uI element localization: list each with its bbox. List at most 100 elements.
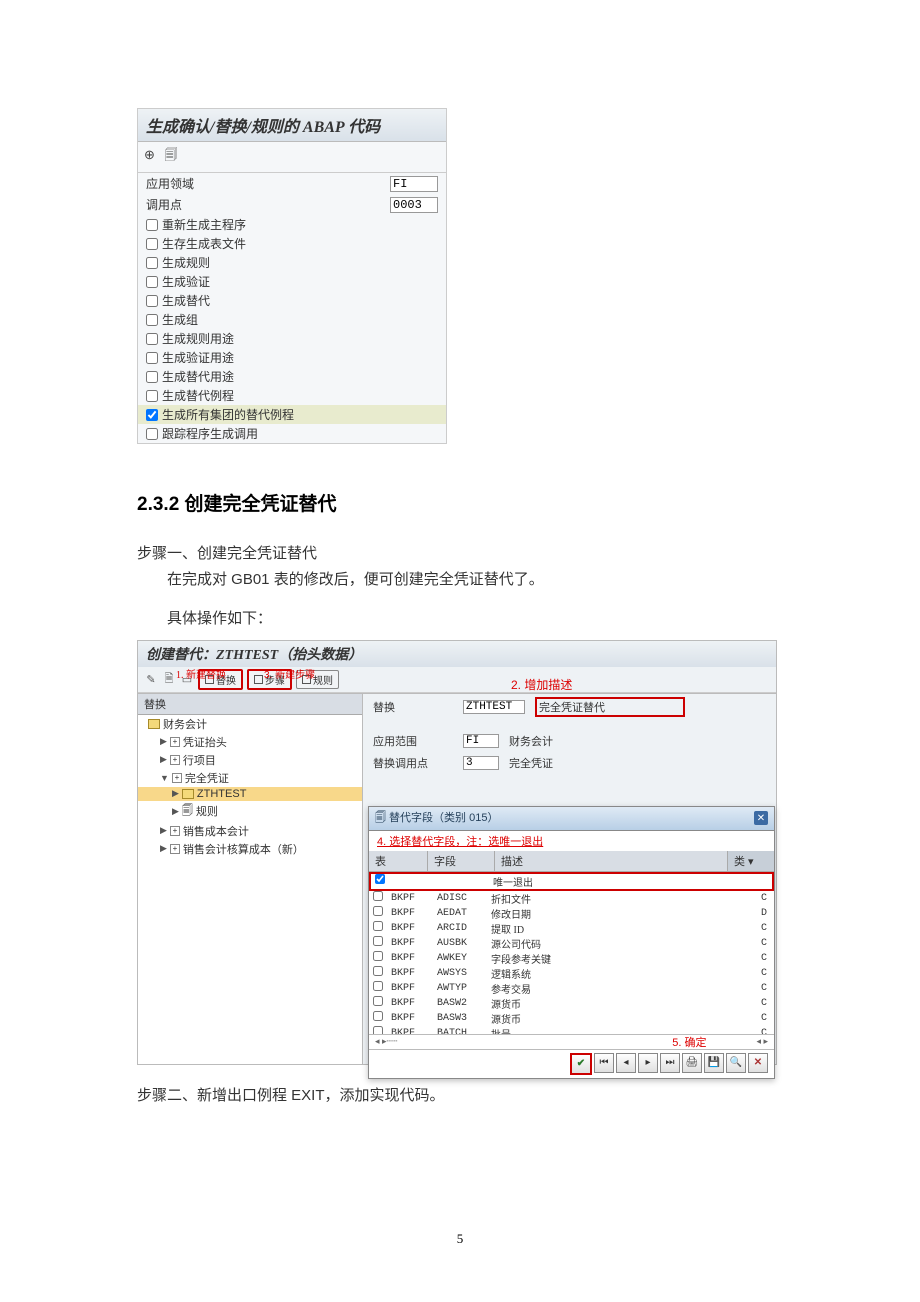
dialog-row[interactable]: BKPFBASW2源货币C	[369, 996, 774, 1011]
dialog-confirm-button[interactable]: ✔	[570, 1053, 592, 1075]
dialog-scroll[interactable]: ◂ ▸ ┄┄ 5. 确定 ◂ ▸	[369, 1034, 774, 1049]
r1-desc[interactable]: 完全凭证替代	[535, 697, 685, 717]
dialog-row[interactable]: BKPFAWSYS逻辑系统C	[369, 966, 774, 981]
row-check[interactable]	[373, 996, 383, 1006]
dialog-last-icon[interactable]: ⏭	[660, 1053, 680, 1073]
r3-code-input[interactable]	[463, 756, 499, 770]
tree-node-label: 规则	[196, 803, 218, 819]
row-type: C	[754, 923, 774, 934]
checkbox-label: 生成替代例程	[162, 387, 234, 404]
dialog-row[interactable]: BKPFAWKEY字段参考关键C	[369, 951, 774, 966]
checkbox[interactable]	[146, 238, 158, 250]
row-check[interactable]	[373, 891, 383, 901]
dialog-cancel-button[interactable]: ✕	[748, 1053, 768, 1073]
checkbox[interactable]	[146, 219, 158, 231]
row-field: AUSBK	[437, 938, 491, 949]
pencil-icon[interactable]: ✎	[144, 672, 158, 686]
app-area-label: 应用领域	[146, 175, 390, 192]
checkbox[interactable]	[146, 257, 158, 269]
copy-icon[interactable]: 🗎	[162, 672, 176, 686]
checkbox-row: 生成组	[138, 310, 446, 329]
annotation-5: 5. 确定	[672, 1034, 706, 1050]
tree-node-label: 凭证抬头	[183, 734, 227, 750]
tree-node[interactable]: ▶+销售会计核算成本（新）	[138, 840, 362, 858]
scroll-right-icon[interactable]: ◂ ▸	[756, 1036, 768, 1047]
dialog-row[interactable]: BKPFAUSBK源公司代码C	[369, 936, 774, 951]
checkbox[interactable]	[146, 333, 158, 345]
row-check[interactable]	[373, 936, 383, 946]
scroll-left-icon[interactable]: ◂ ▸	[375, 1036, 387, 1047]
checkbox[interactable]	[146, 371, 158, 383]
checkbox-row: 跟踪程序生成调用	[138, 424, 446, 443]
dialog-save-icon[interactable]: 💾	[704, 1053, 724, 1073]
annotation-4: 4. 选择替代字段，注：选唯一退出	[369, 831, 774, 851]
dialog-close-icon[interactable]: ✕	[754, 811, 768, 825]
dialog-print-icon[interactable]: 🖨	[682, 1053, 702, 1073]
checkbox[interactable]	[146, 314, 158, 326]
tree-node-label: 销售成本会计	[183, 823, 249, 839]
app-area-input[interactable]	[390, 176, 438, 192]
checkbox[interactable]	[146, 428, 158, 440]
first-row-check[interactable]	[375, 874, 385, 884]
dialog-row[interactable]: BKPFAWTYP参考交易C	[369, 981, 774, 996]
row-type: C	[754, 998, 774, 1009]
row-check[interactable]	[373, 1011, 383, 1021]
execute-icon[interactable]: ⊕	[144, 147, 155, 163]
row-check[interactable]	[373, 921, 383, 931]
expand-icon[interactable]: +	[170, 737, 180, 747]
expand-icon[interactable]: +	[172, 773, 182, 783]
row-table: BKPF	[387, 968, 437, 979]
checkbox-row: 生成验证	[138, 272, 446, 291]
panel-title: 生成确认/替换/规则的 ABAP 代码	[138, 109, 446, 142]
checkbox-row: 生成替代用途	[138, 367, 446, 386]
row-desc: 折扣文件	[491, 891, 754, 906]
r2-desc: 财务会计	[509, 733, 553, 749]
dialog-row[interactable]: BKPFAEDAT修改日期D	[369, 906, 774, 921]
r1-code-input[interactable]	[463, 700, 525, 714]
chevron-right-icon: ▶	[160, 843, 167, 854]
tree-node[interactable]: ▶+行项目	[138, 751, 362, 769]
call-point-input[interactable]	[390, 197, 438, 213]
dialog-row-first[interactable]: 唯一退出	[369, 872, 774, 891]
checkbox[interactable]	[146, 390, 158, 402]
checkbox[interactable]	[146, 276, 158, 288]
chevron-right-icon: ▶	[172, 806, 179, 817]
dialog-row[interactable]: BKPFBATCH批号C	[369, 1026, 774, 1034]
row-check[interactable]	[373, 981, 383, 991]
tree-node[interactable]: ▼+完全凭证	[138, 769, 362, 787]
dialog-prev-icon[interactable]: ◂	[616, 1053, 636, 1073]
row-desc: 逻辑系统	[491, 966, 754, 981]
row-check[interactable]	[373, 966, 383, 976]
row-check[interactable]	[373, 1026, 383, 1034]
dialog-first-icon[interactable]: ⏮	[594, 1053, 614, 1073]
row-type: C	[754, 953, 774, 964]
dialog-row[interactable]: BKPFADISC折扣文件C	[369, 891, 774, 906]
tree-node[interactable]: 财务会计	[138, 715, 362, 733]
expand-icon[interactable]: +	[170, 755, 180, 765]
checkbox[interactable]	[146, 295, 158, 307]
tree-node[interactable]: ▶+凭证抬头	[138, 733, 362, 751]
row-table: BKPF	[387, 923, 437, 934]
row-check[interactable]	[373, 951, 383, 961]
expand-icon[interactable]: +	[170, 826, 180, 836]
tree-node[interactable]: ▶+销售成本会计	[138, 822, 362, 840]
tree-node[interactable]: ▶🗐规则	[138, 801, 362, 822]
dialog-row[interactable]: BKPFARCID提取 IDC	[369, 921, 774, 936]
dialog-search-icon[interactable]: 🔍	[726, 1053, 746, 1073]
step2-text: 步骤二、新增出口例程 EXIT，添加实现代码。	[137, 1083, 785, 1109]
expand-icon[interactable]: +	[170, 844, 180, 854]
row-check[interactable]	[373, 906, 383, 916]
r2-code-input[interactable]	[463, 734, 499, 748]
dialog-next-icon[interactable]: ▸	[638, 1053, 658, 1073]
checkbox[interactable]	[146, 409, 158, 421]
sheet-icon: 🗐	[182, 802, 193, 821]
tree-node[interactable]: ▶ZTHTEST	[138, 787, 362, 801]
panel2-toolbar: 1. 新建替换 3. 新建步骤 ✎ 🗎 ▭ 替换 步骤 规则	[138, 667, 776, 693]
checkbox[interactable]	[146, 352, 158, 364]
checkbox-label: 跟踪程序生成调用	[162, 425, 258, 442]
row-desc: 源货币	[491, 996, 754, 1011]
checkbox-label: 生成验证	[162, 273, 210, 290]
dialog-row[interactable]: BKPFBASW3源货币C	[369, 1011, 774, 1026]
options-icon[interactable]: 🗐	[165, 146, 178, 168]
checkbox-row: 生成替代	[138, 291, 446, 310]
